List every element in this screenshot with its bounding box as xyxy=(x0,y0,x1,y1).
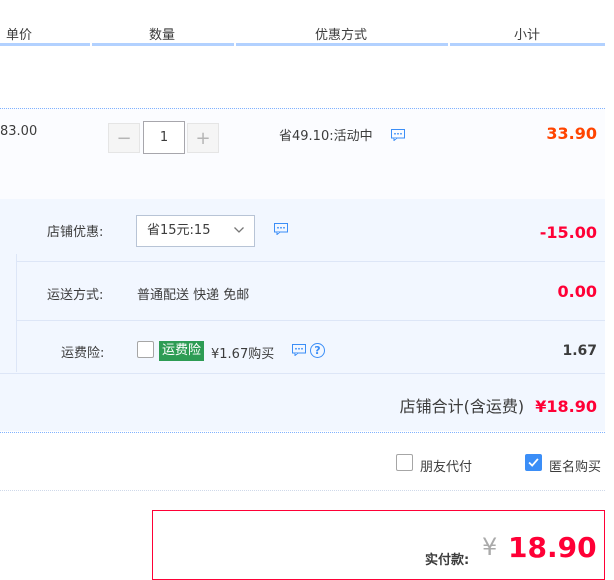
friend-pay-checkbox[interactable] xyxy=(396,454,413,471)
header-subtotal: 小计 xyxy=(514,28,541,43)
shop-total-amount: ¥18.90 xyxy=(535,397,597,416)
help-icon[interactable]: ? xyxy=(310,343,325,358)
quantity-plus-button[interactable]: + xyxy=(187,123,219,153)
header-unit-price: 单价 xyxy=(6,28,33,43)
section-divider xyxy=(0,432,605,433)
row-divider xyxy=(17,320,605,321)
order-table-header: 单价 数量 优惠方式 小计 xyxy=(0,0,614,46)
friend-pay-label: 朋友代付 xyxy=(420,460,473,475)
chevron-down-icon xyxy=(234,227,244,233)
header-discount: 优惠方式 xyxy=(315,28,368,43)
shop-coupon-select[interactable]: 省15元:15 xyxy=(136,215,255,247)
shipping-amount: 0.00 xyxy=(557,282,597,301)
row-divider xyxy=(17,261,605,262)
item-subtotal: 33.90 xyxy=(546,124,597,143)
anonymous-purchase-label: 匿名购买 xyxy=(549,460,602,475)
shipping-method-value: 普通配送 快递 免邮 xyxy=(137,288,250,303)
item-discount-text: 省49.10:活动中 xyxy=(279,129,373,144)
header-divider xyxy=(0,43,90,46)
shop-summary-panel: 店铺优惠: 省15元:15 -15.00 运送方式: 普通配送 快递 免邮 0.… xyxy=(0,199,605,431)
shop-total-label: 店铺合计(含运费) xyxy=(399,397,525,416)
header-divider xyxy=(236,43,448,46)
header-divider xyxy=(450,43,605,46)
row-divider xyxy=(0,373,605,374)
shop-coupon-selected-value: 省15元:15 xyxy=(147,223,211,238)
payment-label: 实付款: xyxy=(425,553,470,568)
insurance-amount: 1.67 xyxy=(562,343,597,359)
item-unit-price: 83.00 xyxy=(0,124,38,139)
insurance-price-text: ¥1.67购买 xyxy=(211,347,275,362)
checkmark-icon xyxy=(528,458,539,467)
payment-amount: 18.90 xyxy=(508,531,597,564)
insurance-checkbox[interactable] xyxy=(137,341,154,358)
chat-icon[interactable] xyxy=(391,129,405,145)
shop-coupon-label: 店铺优惠: xyxy=(47,225,104,240)
currency-symbol: ¥ xyxy=(482,533,498,561)
chat-icon[interactable] xyxy=(292,344,306,360)
quantity-input[interactable]: 1 xyxy=(143,121,185,154)
shop-coupon-amount: -15.00 xyxy=(539,223,597,242)
shipping-method-label: 运送方式: xyxy=(47,288,104,303)
header-quantity: 数量 xyxy=(149,28,176,43)
section-divider xyxy=(0,490,605,491)
panel-divider xyxy=(16,254,17,372)
header-divider xyxy=(92,43,234,46)
chat-icon[interactable] xyxy=(274,223,288,239)
cart-item-row: 83.00 − 1 + 省49.10:活动中 33.90 xyxy=(0,108,605,200)
insurance-badge: 运费险 xyxy=(159,341,205,361)
shipping-insurance-label: 运费险: xyxy=(61,346,105,361)
anonymous-purchase-checkbox[interactable] xyxy=(525,454,542,471)
shop-total-line: 店铺合计(含运费) ¥18.90 xyxy=(400,393,597,417)
payment-summary-box: 实付款: ¥ 18.90 xyxy=(152,510,605,580)
quantity-minus-button[interactable]: − xyxy=(108,123,140,153)
